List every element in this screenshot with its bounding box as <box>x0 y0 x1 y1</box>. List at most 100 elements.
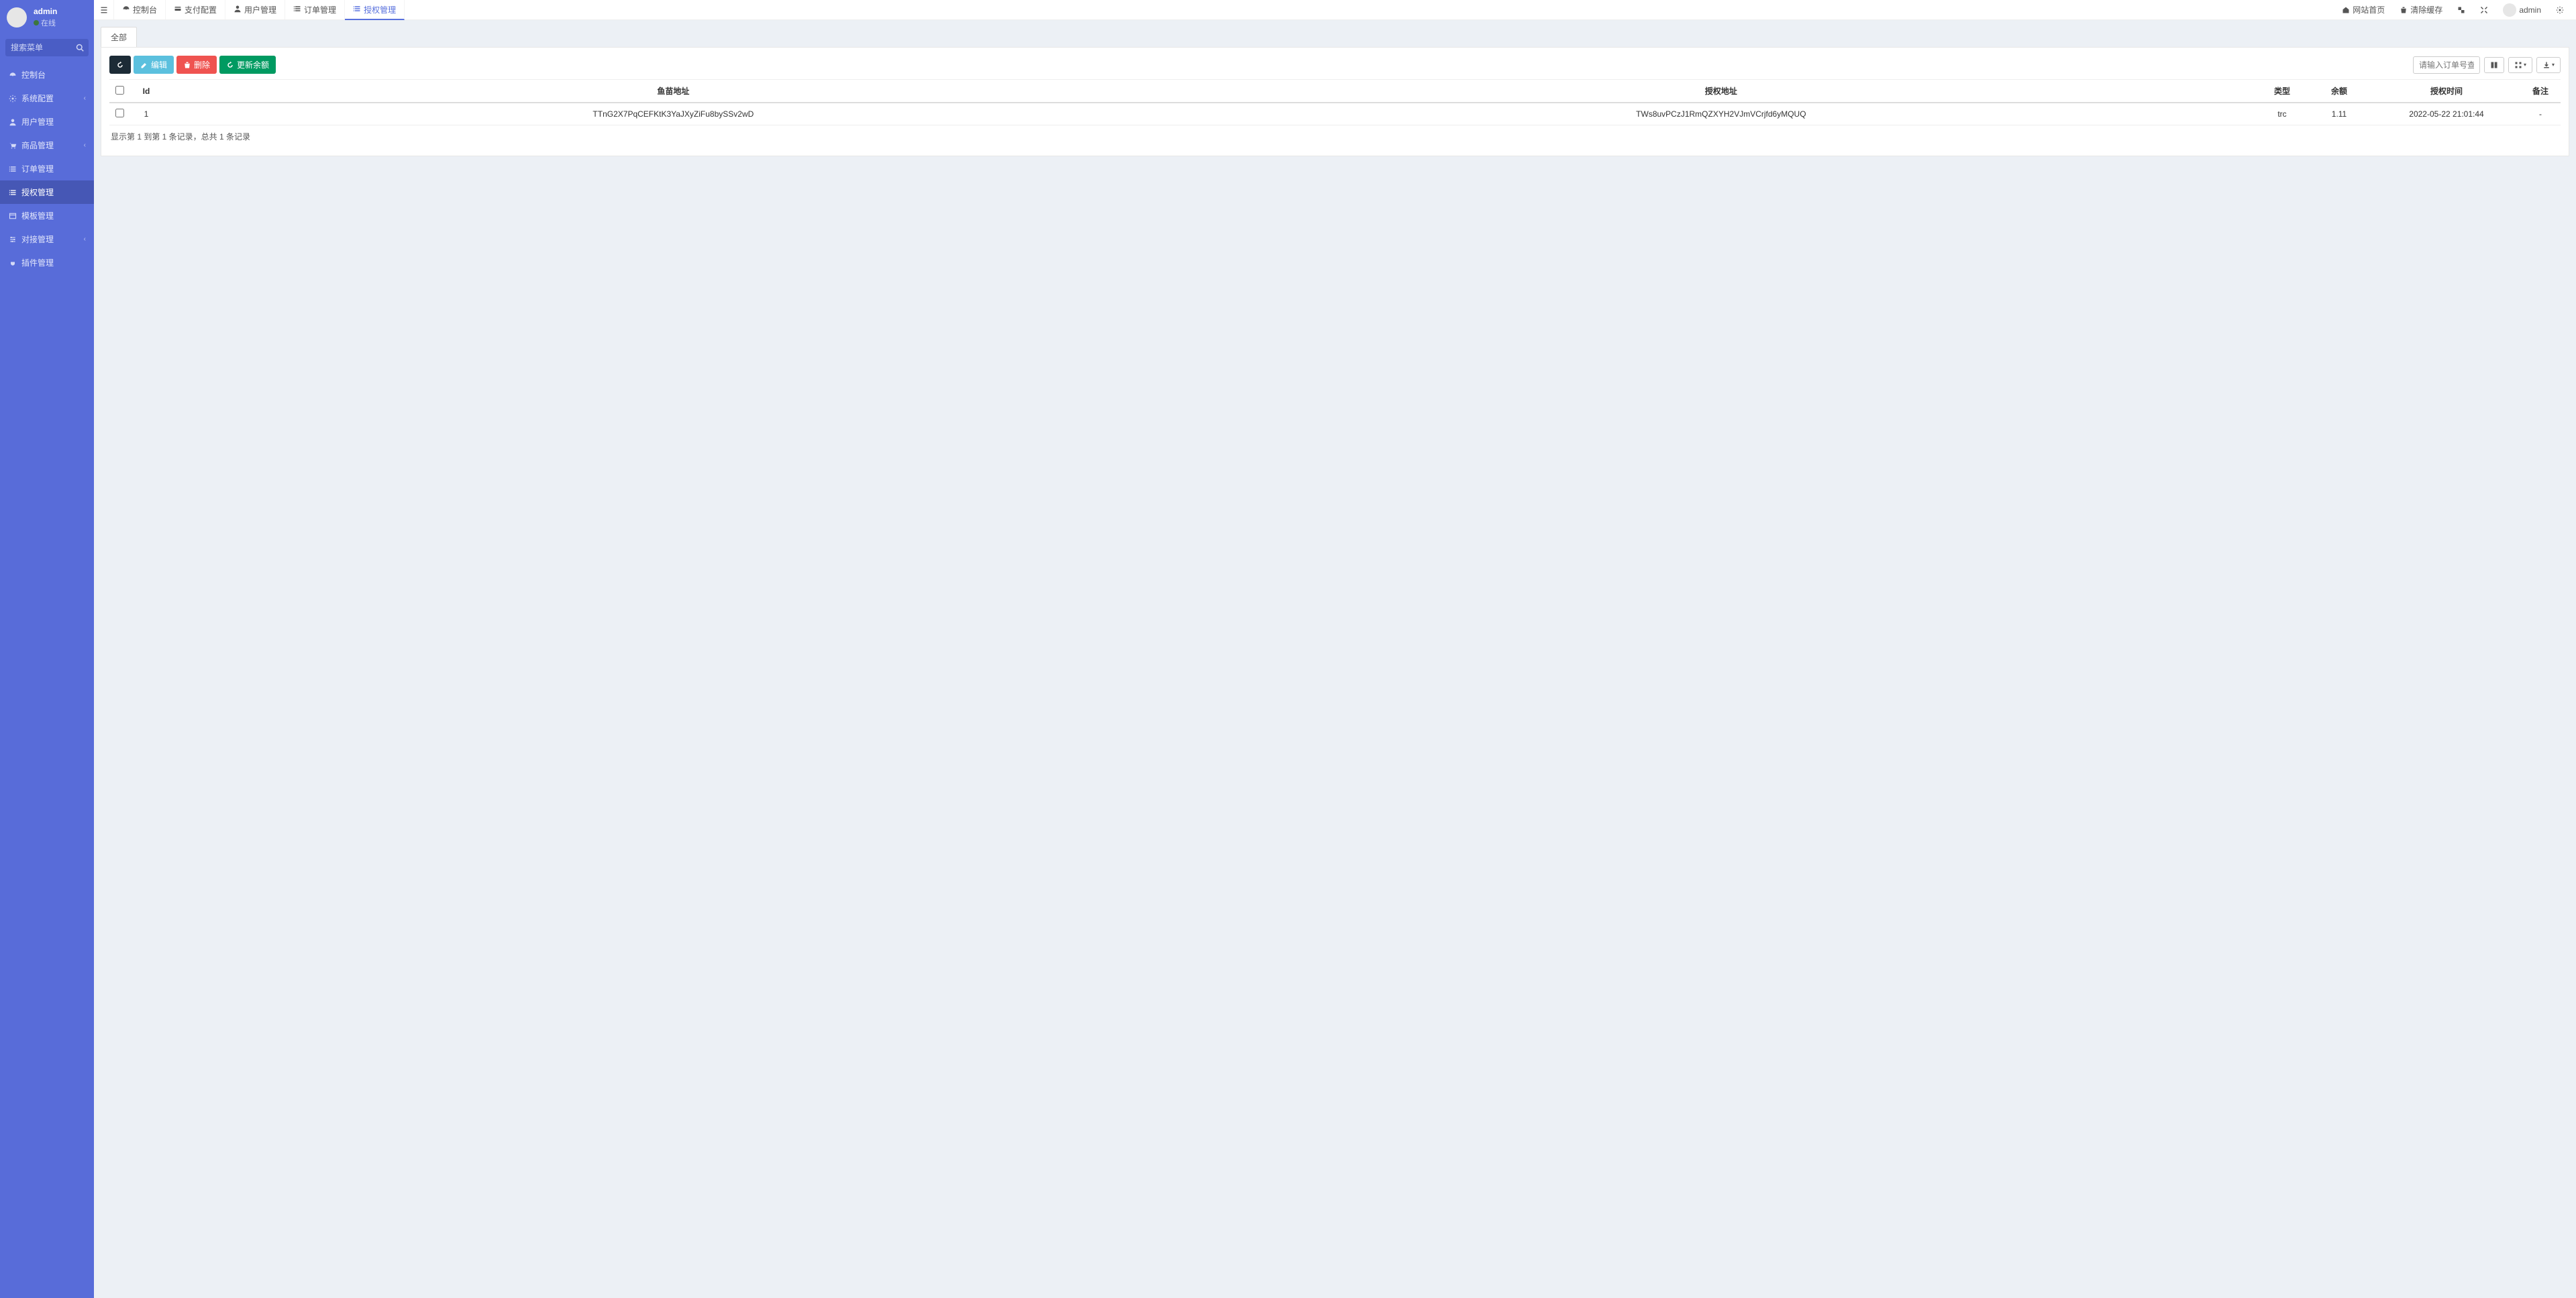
col-auth-time[interactable]: 授权时间 <box>2373 80 2520 103</box>
sliders-icon <box>8 235 17 244</box>
list-icon <box>353 5 361 15</box>
sidebar-item-label: 插件管理 <box>21 257 54 268</box>
user-status: 在线 <box>34 17 57 28</box>
chevron-left-icon: ‹ <box>84 142 86 149</box>
col-fry-address[interactable]: 鱼苗地址 <box>163 80 1184 103</box>
topbar: 控制台 支付配置 用户管理 订单管理 授权管理 网站首页 清除缓存 <box>94 0 2576 20</box>
home-link[interactable]: 网站首页 <box>2336 0 2390 19</box>
cell-fry-address: TTnG2X7PqCEFKtK3YaJXyZiFu8bySSv2wD <box>163 103 1184 125</box>
columns-button[interactable] <box>2484 57 2504 73</box>
sidebar-search-input[interactable] <box>5 39 71 56</box>
auth-table: Id 鱼苗地址 授权地址 类型 余额 授权时间 备注 1TTnG2X7PqCEF… <box>109 79 2561 125</box>
topbar-tab-1[interactable]: 支付配置 <box>166 0 225 19</box>
main-area: 控制台 支付配置 用户管理 订单管理 授权管理 网站首页 清除缓存 <box>94 0 2576 1298</box>
cell-id: 1 <box>130 103 163 125</box>
refresh-button[interactable] <box>109 56 131 74</box>
language-button[interactable] <box>2452 0 2471 19</box>
window-icon <box>8 212 17 220</box>
export-icon <box>2542 61 2551 69</box>
search-icon <box>76 44 84 52</box>
plug-icon <box>8 259 17 267</box>
sidebar-item-label: 模板管理 <box>21 210 54 221</box>
language-icon <box>2457 6 2465 14</box>
trash-icon <box>183 61 191 69</box>
user-icon <box>234 5 242 15</box>
user-panel: admin 在线 <box>0 0 94 35</box>
sidebar-search <box>5 39 89 56</box>
edit-button[interactable]: 编辑 <box>134 56 174 74</box>
status-dot-icon <box>34 20 39 25</box>
fullscreen-button[interactable] <box>2475 0 2493 19</box>
list-icon <box>8 165 17 173</box>
topbar-tab-label: 订单管理 <box>304 4 336 15</box>
list-icon <box>293 5 301 15</box>
trash-icon <box>2400 6 2408 14</box>
topbar-user[interactable]: admin <box>2497 0 2546 19</box>
credit-icon <box>174 5 182 15</box>
topbar-tab-label: 控制台 <box>133 4 157 15</box>
hamburger-button[interactable] <box>94 0 114 19</box>
order-search-input[interactable] <box>2413 56 2480 74</box>
topbar-tabs: 控制台 支付配置 用户管理 订单管理 授权管理 <box>114 0 405 19</box>
topbar-tab-0[interactable]: 控制台 <box>114 0 166 19</box>
user-name: admin <box>34 7 57 16</box>
pager-text: 显示第 1 到第 1 条记录，总共 1 条记录 <box>109 125 2561 148</box>
topbar-tab-label: 用户管理 <box>244 4 276 15</box>
select-all-checkbox[interactable] <box>115 86 124 95</box>
topbar-tab-2[interactable]: 用户管理 <box>225 0 285 19</box>
update-balance-button[interactable]: 更新余额 <box>219 56 276 74</box>
expand-icon <box>2480 6 2488 14</box>
sidebar-item-4[interactable]: 订单管理 <box>0 157 94 180</box>
cell-auth-time: 2022-05-22 21:01:44 <box>2373 103 2520 125</box>
caret-down-icon: ▾ <box>2524 62 2526 68</box>
columns-icon <box>2490 61 2498 69</box>
list-icon <box>8 188 17 197</box>
sidebar-item-5[interactable]: 授权管理 <box>0 180 94 204</box>
row-checkbox[interactable] <box>115 109 124 117</box>
sidebar-item-label: 控制台 <box>21 69 46 80</box>
cell-type: trc <box>2259 103 2306 125</box>
col-balance[interactable]: 余额 <box>2306 80 2373 103</box>
delete-button[interactable]: 删除 <box>176 56 217 74</box>
dashboard-icon <box>8 71 17 79</box>
sidebar-item-6[interactable]: 模板管理 <box>0 204 94 227</box>
tab-all[interactable]: 全部 <box>101 27 137 47</box>
gear-icon <box>2556 6 2564 14</box>
export-button[interactable]: ▾ <box>2536 57 2561 73</box>
topbar-tab-3[interactable]: 订单管理 <box>285 0 345 19</box>
col-id[interactable]: Id <box>130 80 163 103</box>
table-row[interactable]: 1TTnG2X7PqCEFKtK3YaJXyZiFu8bySSv2wDTWs8u… <box>109 103 2561 125</box>
cog-icon <box>8 95 17 103</box>
topbar-tab-4[interactable]: 授权管理 <box>345 0 405 20</box>
clear-cache-link[interactable]: 清除缓存 <box>2394 0 2448 19</box>
sidebar-item-label: 用户管理 <box>21 116 54 127</box>
view-button[interactable]: ▾ <box>2508 57 2532 73</box>
user-icon <box>8 118 17 126</box>
col-auth-address[interactable]: 授权地址 <box>1184 80 2259 103</box>
sidebar-item-0[interactable]: 控制台 <box>0 63 94 87</box>
sidebar-item-2[interactable]: 用户管理 <box>0 110 94 133</box>
home-icon <box>2342 6 2350 14</box>
sidebar-nav: 控制台系统配置‹用户管理商品管理‹订单管理授权管理模板管理对接管理‹插件管理 <box>0 63 94 274</box>
dashboard-icon <box>122 5 130 15</box>
refresh-icon <box>226 61 234 69</box>
settings-button[interactable] <box>2551 0 2569 19</box>
sidebar-item-3[interactable]: 商品管理‹ <box>0 133 94 157</box>
caret-down-icon: ▾ <box>2552 62 2555 68</box>
sidebar-item-7[interactable]: 对接管理‹ <box>0 227 94 251</box>
sidebar-search-button[interactable] <box>71 39 89 56</box>
sidebar-item-8[interactable]: 插件管理 <box>0 251 94 274</box>
topbar-tab-label: 支付配置 <box>185 4 217 15</box>
col-type[interactable]: 类型 <box>2259 80 2306 103</box>
cart-icon <box>8 142 17 150</box>
sidebar-item-label: 系统配置 <box>21 93 54 104</box>
content: 全部 编辑 删除 <box>94 20 2576 1298</box>
topbar-tab-label: 授权管理 <box>364 4 396 15</box>
sidebar-item-label: 订单管理 <box>21 163 54 174</box>
sidebar-item-1[interactable]: 系统配置‹ <box>0 87 94 110</box>
avatar <box>7 7 27 28</box>
col-remark[interactable]: 备注 <box>2520 80 2561 103</box>
sidebar-item-label: 授权管理 <box>21 186 54 198</box>
grid-icon <box>2514 61 2522 69</box>
sidebar-item-label: 对接管理 <box>21 233 54 245</box>
